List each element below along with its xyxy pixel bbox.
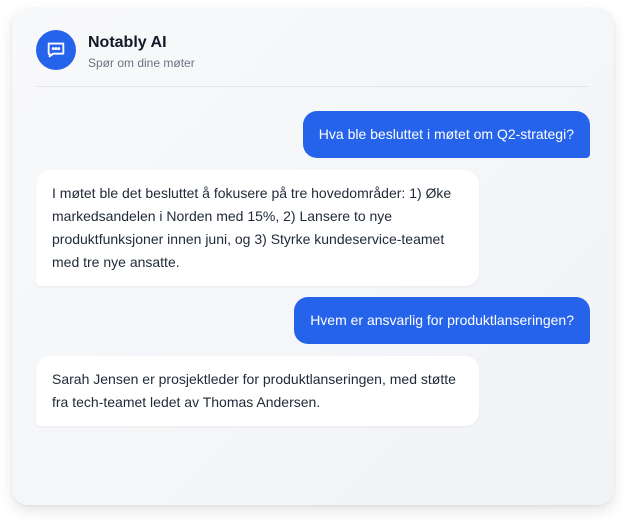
user-message: Hvem er ansvarlig for produktlanseringen… [294,297,590,344]
chat-panel: Notably AI Spør om dine møter Hva ble be… [12,8,614,505]
assistant-message: Sarah Jensen er prosjektleder for produk… [36,356,479,426]
user-message: Hva ble besluttet i møtet om Q2-strategi… [302,111,590,158]
app-title: Notably AI [88,34,167,51]
chat-header: Notably AI Spør om dine møter [36,30,590,87]
chat-bubble-icon [36,30,76,70]
app-subtitle: Spør om dine møter [88,56,195,70]
assistant-message: I møtet ble det besluttet å fokusere på … [36,170,479,286]
